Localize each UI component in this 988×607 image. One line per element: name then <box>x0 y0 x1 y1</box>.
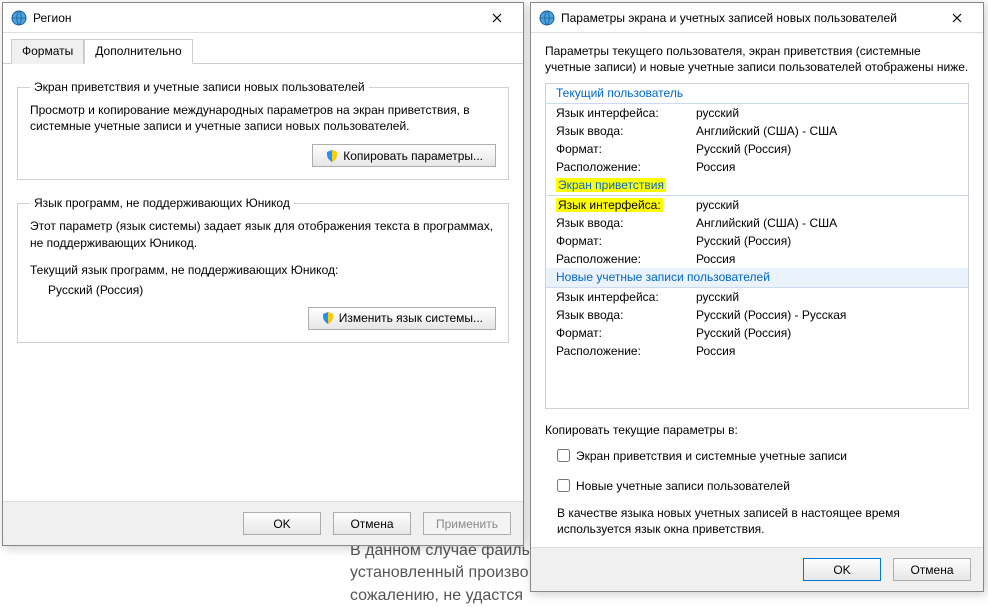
group-legend: Экран приветствия и учетные записи новых… <box>30 80 369 94</box>
label: Язык интерфейса: <box>556 290 696 304</box>
change-system-lang-button[interactable]: Изменить язык системы... <box>308 307 496 330</box>
row-format: Формат:Русский (Россия) <box>546 324 968 342</box>
row-ui-lang: Язык интерфейса:русский <box>546 104 968 122</box>
highlighted-label: Язык интерфейса: <box>556 198 663 212</box>
value: Россия <box>696 252 962 266</box>
dialog-buttons: OK Отмена Применить <box>3 501 523 545</box>
button-label: Копировать параметры... <box>343 149 483 163</box>
checkbox-input[interactable] <box>557 479 570 492</box>
section-header-welcome: Экран приветствия <box>546 176 968 196</box>
group-description: Этот параметр (язык системы) задает язык… <box>30 218 496 250</box>
tab-additional[interactable]: Дополнительно <box>84 39 192 64</box>
value: Английский (США) - США <box>696 216 962 230</box>
ok-button[interactable]: OK <box>243 512 321 535</box>
region-window: Регион Форматы Дополнительно Экран приве… <box>2 2 524 546</box>
section-header-label: Новые учетные записи пользователей <box>556 270 770 284</box>
label: Расположение: <box>556 252 696 266</box>
label: Язык ввода: <box>556 216 696 230</box>
globe-icon <box>11 10 27 26</box>
close-button[interactable] <box>474 4 519 32</box>
label: Формат: <box>556 234 696 248</box>
titlebar[interactable]: Параметры экрана и учетных записей новых… <box>531 3 983 33</box>
value: Русский (Россия) <box>696 142 962 156</box>
row-ui-lang: Язык интерфейса:русский <box>546 288 968 306</box>
label: Расположение: <box>556 160 696 174</box>
globe-icon <box>539 10 555 26</box>
value: Английский (США) - США <box>696 124 962 138</box>
label: Язык ввода: <box>556 308 696 322</box>
ok-button[interactable]: OK <box>803 558 881 581</box>
titlebar[interactable]: Регион <box>3 3 523 33</box>
value: Россия <box>696 160 962 174</box>
shield-icon <box>321 311 335 325</box>
value: русский <box>696 290 962 304</box>
window-title: Регион <box>33 11 474 25</box>
group-description: Просмотр и копирование международных пар… <box>30 102 496 134</box>
apply-button[interactable]: Применить <box>423 512 511 535</box>
close-button[interactable] <box>934 4 979 32</box>
row-ui-lang: Язык интерфейса: русский <box>546 196 968 214</box>
current-lang-label: Текущий язык программ, не поддерживающих… <box>30 263 496 277</box>
value: Россия <box>696 344 962 358</box>
label: Расположение: <box>556 344 696 358</box>
checkbox-label: Новые учетные записи пользователей <box>576 479 790 493</box>
cancel-button[interactable]: Отмена <box>333 512 411 535</box>
dialog-buttons: OK Отмена <box>531 547 983 591</box>
row-location: Расположение:Россия <box>546 158 968 176</box>
section-header-label: Текущий пользователь <box>556 86 683 100</box>
row-input-lang: Язык ввода:Английский (США) - США <box>546 122 968 140</box>
cancel-button[interactable]: Отмена <box>893 558 971 581</box>
window-title: Параметры экрана и учетных записей новых… <box>561 11 934 25</box>
value: Русский (Россия) - Русская <box>696 308 962 322</box>
note-text: В качестве языка новых учетных записей в… <box>545 505 969 537</box>
checkbox-label: Экран приветствия и системные учетные за… <box>576 449 847 463</box>
row-input-lang: Язык ввода:Английский (США) - США <box>546 214 968 232</box>
row-input-lang: Язык ввода:Русский (Россия) - Русская <box>546 306 968 324</box>
group-legend: Язык программ, не поддерживающих Юникод <box>30 196 294 210</box>
section-header-current: Текущий пользователь <box>546 84 968 104</box>
row-format: Формат:Русский (Россия) <box>546 232 968 250</box>
label: Язык интерфейса: <box>556 198 696 212</box>
section-header-label: Экран приветствия <box>556 178 666 192</box>
intro-text: Параметры текущего пользователя, экран п… <box>545 43 969 75</box>
checkbox-welcome-system[interactable]: Экран приветствия и системные учетные за… <box>545 449 969 463</box>
current-lang-value: Русский (Россия) <box>30 277 496 297</box>
value: русский <box>696 198 962 212</box>
copy-settings-window: Параметры экрана и учетных записей новых… <box>530 2 984 592</box>
label: Формат: <box>556 326 696 340</box>
checkbox-new-users[interactable]: Новые учетные записи пользователей <box>545 479 969 493</box>
label: Язык интерфейса: <box>556 106 696 120</box>
value: русский <box>696 106 962 120</box>
copy-settings-button[interactable]: Копировать параметры... <box>312 144 496 167</box>
value: Русский (Россия) <box>696 234 962 248</box>
welcome-accounts-group: Экран приветствия и учетные записи новых… <box>17 80 509 180</box>
checkbox-input[interactable] <box>557 449 570 462</box>
nonunicode-group: Язык программ, не поддерживающих Юникод … <box>17 196 509 342</box>
row-location: Расположение:Россия <box>546 250 968 268</box>
row-format: Формат:Русский (Россия) <box>546 140 968 158</box>
label: Язык ввода: <box>556 124 696 138</box>
row-location: Расположение:Россия <box>546 342 968 360</box>
shield-icon <box>325 149 339 163</box>
section-header-newusers: Новые учетные записи пользователей <box>546 268 968 288</box>
button-label: Изменить язык системы... <box>339 311 483 325</box>
tab-formats[interactable]: Форматы <box>11 39 84 64</box>
tab-bar: Форматы Дополнительно <box>3 33 523 64</box>
copyto-label: Копировать текущие параметры в: <box>545 423 969 437</box>
settings-summary-frame: Текущий пользователь Язык интерфейса:рус… <box>545 83 969 408</box>
value: Русский (Россия) <box>696 326 962 340</box>
label: Формат: <box>556 142 696 156</box>
